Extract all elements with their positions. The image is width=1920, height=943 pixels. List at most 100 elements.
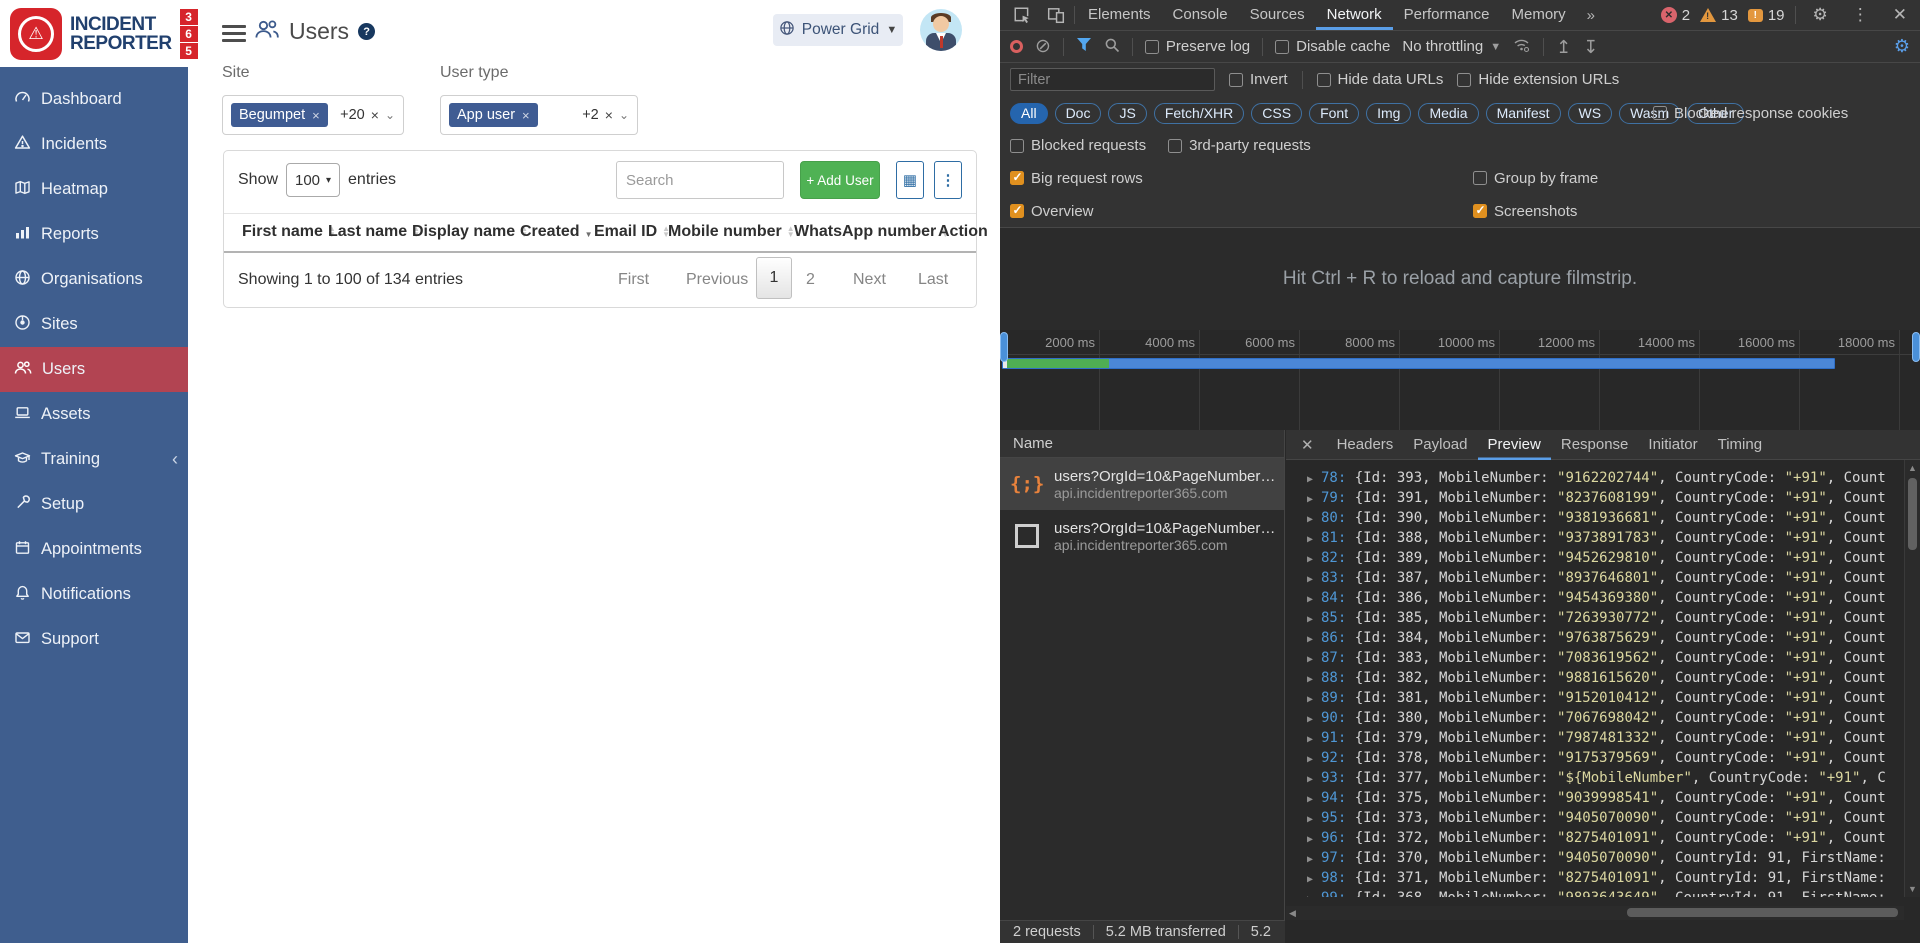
column-header[interactable]: WhatsApp number▲▼ [794, 223, 949, 241]
detail-tab[interactable]: Preview [1478, 430, 1551, 460]
help-icon[interactable]: ? [358, 23, 375, 40]
json-array-row[interactable]: ▶99: {Id: 368, MobileNumber: "9893643649… [1307, 888, 1904, 897]
horizontal-scrollbar[interactable]: ◀ [1286, 906, 1904, 920]
expand-arrow-icon[interactable]: ▶ [1307, 790, 1321, 810]
timeline-activity-bar[interactable] [1002, 358, 1835, 369]
expand-arrow-icon[interactable]: ▶ [1307, 650, 1321, 670]
expand-arrow-icon[interactable]: ▶ [1307, 510, 1321, 530]
detail-tab[interactable]: Timing [1708, 430, 1772, 460]
sidebar-item-appointments[interactable]: Appointments [0, 527, 188, 572]
settings-gear-icon[interactable]: ⚙ [1806, 5, 1835, 25]
detail-tab[interactable]: Payload [1403, 430, 1477, 460]
type-filter-chip[interactable]: Font [1309, 103, 1359, 124]
column-header[interactable]: Email ID▲▼ [594, 223, 670, 241]
close-detail-icon[interactable]: ✕ [1292, 436, 1323, 454]
column-header[interactable]: Display name▲▼ [412, 223, 528, 241]
chevron-down-icon[interactable]: ⌄ [619, 108, 629, 122]
type-filter-chip[interactable]: Media [1418, 103, 1478, 124]
collapse-chevron-icon[interactable]: ‹ [172, 449, 178, 470]
blocked-requests-checkbox[interactable]: Blocked requests [1010, 137, 1146, 154]
expand-arrow-icon[interactable]: ▶ [1307, 730, 1321, 750]
json-array-row[interactable]: ▶86: {Id: 384, MobileNumber: "9763875629… [1307, 628, 1904, 648]
type-filter-chip[interactable]: Fetch/XHR [1154, 103, 1244, 124]
expand-arrow-icon[interactable]: ▶ [1307, 870, 1321, 890]
json-array-row[interactable]: ▶80: {Id: 390, MobileNumber: "9381936681… [1307, 508, 1904, 528]
json-array-row[interactable]: ▶93: {Id: 377, MobileNumber: "${MobileNu… [1307, 768, 1904, 788]
json-array-row[interactable]: ▶96: {Id: 372, MobileNumber: "8275401091… [1307, 828, 1904, 848]
expand-arrow-icon[interactable]: ▶ [1307, 630, 1321, 650]
sidebar-item-assets[interactable]: Assets [0, 392, 188, 437]
type-filter-chip[interactable]: JS [1108, 103, 1146, 124]
expand-arrow-icon[interactable]: ▶ [1307, 470, 1321, 490]
request-row[interactable]: users?OrgId=10&PageNumber… api.incidentr… [1000, 510, 1284, 562]
expand-arrow-icon[interactable]: ▶ [1307, 690, 1321, 710]
json-array-row[interactable]: ▶82: {Id: 389, MobileNumber: "9452629810… [1307, 548, 1904, 568]
site-chip[interactable]: Begumpet × [231, 103, 328, 127]
blocked-response-cookies-checkbox[interactable]: Blocked response cookies [1653, 96, 1848, 130]
expand-arrow-icon[interactable]: ▶ [1307, 670, 1321, 690]
json-array-row[interactable]: ▶88: {Id: 382, MobileNumber: "9881615620… [1307, 668, 1904, 688]
type-filter-chip[interactable]: CSS [1251, 103, 1302, 124]
devtools-tab[interactable]: Elements [1077, 0, 1162, 30]
table-menu-button[interactable]: ⋮ [934, 161, 962, 199]
type-filter-chip[interactable]: Img [1366, 103, 1411, 124]
sidebar-item-setup[interactable]: Setup [0, 482, 188, 527]
org-selector-button[interactable]: Power Grid ▼ [773, 14, 903, 46]
column-header[interactable]: First name▲▼ [242, 223, 336, 241]
json-array-row[interactable]: ▶98: {Id: 371, MobileNumber: "8275401091… [1307, 868, 1904, 888]
sidebar-item-organisations[interactable]: Organisations [0, 257, 188, 302]
sidebar-item-reports[interactable]: Reports [0, 212, 188, 257]
network-settings-gear-icon[interactable]: ⚙ [1894, 36, 1910, 57]
expand-arrow-icon[interactable]: ▶ [1307, 530, 1321, 550]
detail-tab[interactable]: Response [1551, 430, 1639, 460]
vertical-scrollbar[interactable]: ▲▼ [1904, 460, 1920, 897]
timeline-right-handle[interactable] [1912, 332, 1920, 362]
json-array-row[interactable]: ▶79: {Id: 391, MobileNumber: "8237608199… [1307, 488, 1904, 508]
sidebar-item-training[interactable]: Training ‹ [0, 437, 188, 482]
network-overview-timeline[interactable]: 2000 ms4000 ms6000 ms8000 ms10000 ms1200… [1000, 330, 1920, 430]
remove-chip-icon[interactable]: × [522, 108, 530, 123]
disable-cache-checkbox[interactable]: Disable cache [1275, 38, 1390, 55]
expand-arrow-icon[interactable]: ▶ [1307, 770, 1321, 790]
expand-arrow-icon[interactable]: ▶ [1307, 830, 1321, 850]
clear-all-icon[interactable]: × [371, 107, 379, 123]
expand-arrow-icon[interactable]: ▶ [1307, 490, 1321, 510]
expand-arrow-icon[interactable]: ▶ [1307, 850, 1321, 870]
overview-checkbox[interactable]: Overview [1010, 203, 1094, 220]
json-array-row[interactable]: ▶78: {Id: 393, MobileNumber: "9162202744… [1307, 468, 1904, 488]
type-filter-chip[interactable]: Manifest [1486, 103, 1561, 124]
json-array-row[interactable]: ▶84: {Id: 386, MobileNumber: "9454369380… [1307, 588, 1904, 608]
column-header[interactable]: Action▲▼ [938, 223, 988, 241]
kebab-menu-icon[interactable]: ⋮ [1845, 5, 1876, 25]
avatar[interactable] [920, 9, 962, 51]
expand-arrow-icon[interactable]: ▶ [1307, 890, 1321, 897]
json-array-row[interactable]: ▶85: {Id: 385, MobileNumber: "7263930772… [1307, 608, 1904, 628]
column-header[interactable]: Created▲▼ [520, 223, 593, 241]
devtools-tab[interactable]: Network [1316, 0, 1393, 30]
devtools-tab[interactable]: Performance [1393, 0, 1501, 30]
json-preview-body[interactable]: ▶78: {Id: 393, MobileNumber: "9162202744… [1286, 460, 1904, 897]
json-array-row[interactable]: ▶95: {Id: 373, MobileNumber: "9405070090… [1307, 808, 1904, 828]
screenshots-checkbox[interactable]: Screenshots [1473, 203, 1577, 220]
errors-badge[interactable]: ✕2 [1661, 7, 1690, 24]
devtools-tab[interactable]: Sources [1239, 0, 1316, 30]
hamburger-menu-icon[interactable] [222, 25, 246, 46]
search-input[interactable] [616, 161, 784, 199]
pagination-next[interactable]: Next [853, 271, 886, 289]
type-filter-chip[interactable]: Doc [1055, 103, 1102, 124]
usertype-chip[interactable]: App user × [449, 103, 538, 127]
type-filter-chip[interactable]: All [1010, 103, 1048, 124]
devtools-tab[interactable]: Console [1162, 0, 1239, 30]
sidebar-item-sites[interactable]: Sites [0, 302, 188, 347]
pagination-previous[interactable]: Previous [686, 271, 748, 289]
device-toolbar-icon[interactable] [1040, 2, 1072, 28]
pagination-last[interactable]: Last [918, 271, 948, 289]
sidebar-item-incidents[interactable]: Incidents [0, 122, 188, 167]
json-array-row[interactable]: ▶83: {Id: 387, MobileNumber: "8937646801… [1307, 568, 1904, 588]
export-har-icon[interactable]: ↧ [1583, 38, 1598, 56]
more-tabs-icon[interactable]: » [1579, 7, 1601, 24]
sidebar-item-dashboard[interactable]: Dashboard [0, 77, 188, 122]
issues-badge[interactable]: !19 [1748, 7, 1785, 24]
expand-arrow-icon[interactable]: ▶ [1307, 610, 1321, 630]
filter-funnel-icon[interactable] [1076, 37, 1092, 56]
